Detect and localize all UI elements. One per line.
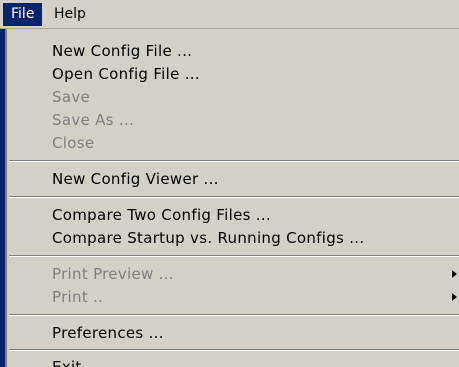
menu-bar: File Help [0,0,459,29]
menu-item-compare-two-config-files[interactable]: Compare Two Config Files ... [52,204,271,226]
menu-separator [9,349,459,351]
menu-file[interactable]: File [3,3,43,26]
app-window: File Help New Config File ... Open Confi… [0,0,459,367]
menu-separator [9,196,459,198]
menu-item-print[interactable]: Print .. [52,286,103,308]
menu-item-compare-startup-vs-running[interactable]: Compare Startup vs. Running Configs ... [52,227,364,249]
menu-item-exit[interactable]: Exit [52,356,82,367]
menu-separator [9,160,459,162]
menu-item-save-as[interactable]: Save As ... [52,109,134,131]
menu-left-border-inner [5,29,7,367]
menu-item-close[interactable]: Close [52,132,94,154]
submenu-arrow-icon [452,270,457,278]
submenu-arrow-icon [452,293,457,301]
menu-separator [9,314,459,316]
file-menu-dropdown: New Config File ... Open Config File ...… [0,29,459,367]
menu-item-open-config-file[interactable]: Open Config File ... [52,63,200,85]
menu-item-new-config-viewer[interactable]: New Config Viewer ... [52,168,219,190]
menu-separator [9,255,459,257]
menu-item-preferences[interactable]: Preferences ... [52,322,164,344]
menu-help[interactable]: Help [46,3,94,26]
menu-item-print-preview[interactable]: Print Preview ... [52,263,174,285]
menu-item-save[interactable]: Save [52,86,90,108]
menu-item-new-config-file[interactable]: New Config File ... [52,40,192,62]
